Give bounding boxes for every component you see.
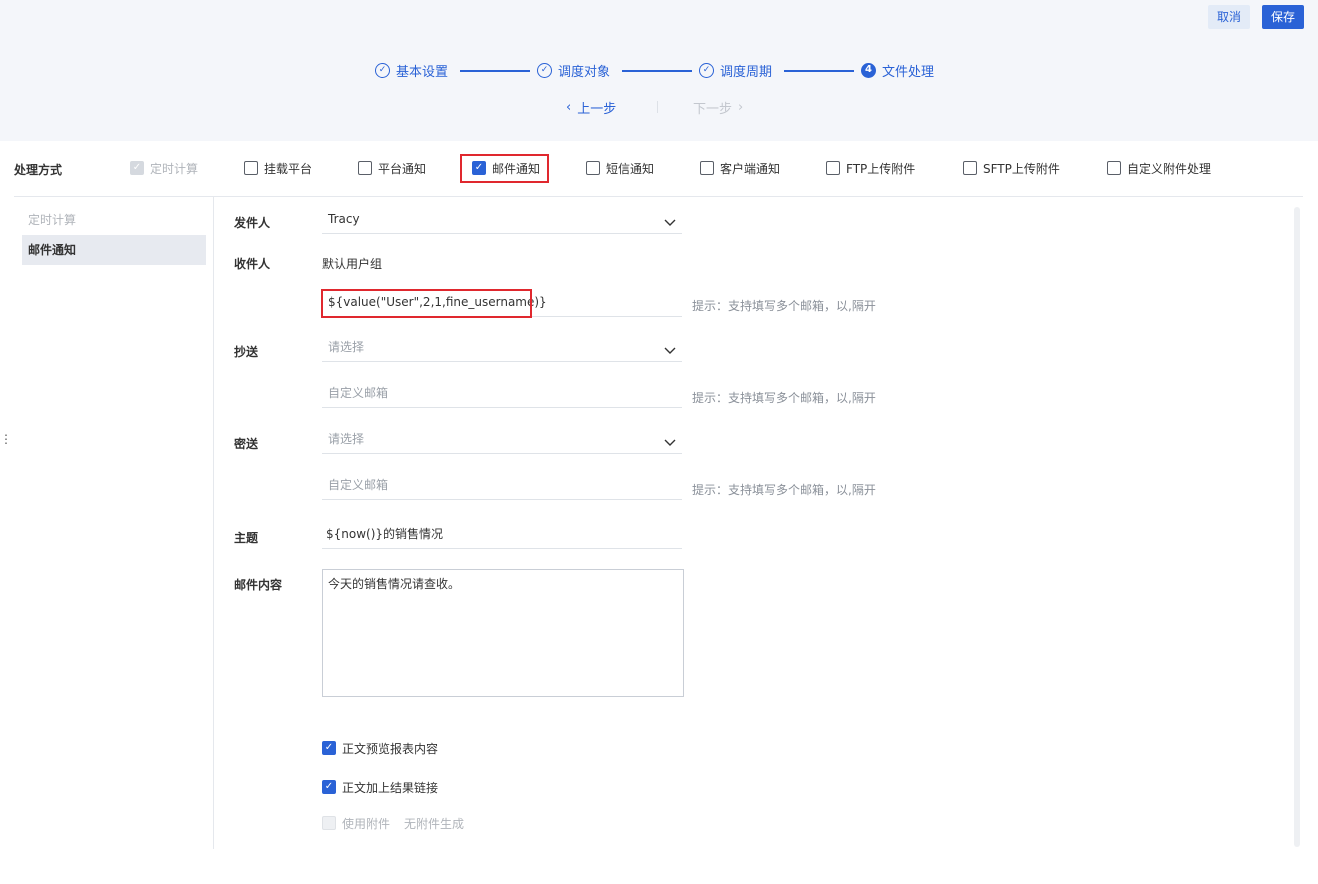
subject-input[interactable]: ${now()}的销售情况 bbox=[322, 523, 682, 549]
check-circle-icon: ✓ bbox=[699, 62, 714, 78]
step-connector bbox=[460, 70, 530, 72]
checkbox-icon[interactable] bbox=[700, 161, 714, 175]
preview-report-checkbox[interactable]: ✓ 正文预览报表内容 bbox=[322, 740, 438, 756]
bcc-custom-email-placeholder: 自定义邮箱 bbox=[328, 478, 389, 492]
sidebar-item-email-notify[interactable]: 邮件通知 bbox=[22, 235, 206, 265]
option-sms-notify[interactable]: 短信通知 bbox=[586, 160, 654, 176]
hint-text: 提示：支持填写多个邮箱，以,隔开 bbox=[692, 299, 876, 313]
option-label: 挂载平台 bbox=[264, 161, 313, 176]
option-sftp-upload[interactable]: SFTP上传附件 bbox=[963, 160, 1060, 176]
processing-options: 处理方式 ✓ 定时计算 挂载平台 平台通知 ✓ 邮件通知 短信通知 客户端通知 … bbox=[0, 141, 1318, 197]
option-custom-attachment[interactable]: 自定义附件处理 bbox=[1107, 160, 1211, 176]
next-step-button: 下一步 › bbox=[693, 98, 744, 117]
content-textarea[interactable]: 今天的销售情况请查收。 bbox=[322, 569, 684, 697]
nav-divider bbox=[657, 101, 658, 113]
option-client-notify[interactable]: 客户端通知 bbox=[700, 160, 780, 176]
option-label: 短信通知 bbox=[606, 161, 655, 176]
sidebar: 定时计算 邮件通知 bbox=[0, 197, 214, 849]
processing-method-label: 处理方式 bbox=[14, 163, 63, 177]
hint-text: 提示：支持填写多个邮箱，以,隔开 bbox=[692, 391, 876, 405]
checkbox-icon[interactable] bbox=[1107, 161, 1121, 175]
bcc-label: 密送 bbox=[234, 437, 259, 451]
chevron-left-icon: ‹ bbox=[566, 99, 572, 115]
content-label: 邮件内容 bbox=[234, 578, 283, 592]
option-ftp-upload[interactable]: FTP上传附件 bbox=[826, 160, 915, 176]
checkbox-icon[interactable] bbox=[826, 161, 840, 175]
step-label: 基本设置 bbox=[396, 64, 449, 80]
step-label: 调度周期 bbox=[720, 64, 773, 80]
cancel-button[interactable]: 取消 bbox=[1208, 5, 1251, 29]
checkbox-icon bbox=[322, 816, 336, 830]
recipient-group: 默认用户组 bbox=[322, 257, 383, 271]
checkbox-icon[interactable] bbox=[358, 161, 372, 175]
preview-report-label: 正文预览报表内容 bbox=[342, 741, 439, 756]
option-mount-platform[interactable]: 挂载平台 bbox=[244, 160, 312, 176]
highlight-box bbox=[321, 289, 532, 318]
step-connector bbox=[784, 70, 854, 72]
cc-custom-email-input[interactable]: 自定义邮箱 bbox=[322, 382, 682, 408]
step-label: 调度对象 bbox=[558, 64, 611, 80]
chevron-down-icon bbox=[664, 439, 676, 446]
cc-custom-email-placeholder: 自定义邮箱 bbox=[328, 386, 389, 400]
checkbox-checked-icon[interactable]: ✓ bbox=[322, 780, 336, 794]
drag-handle-icon[interactable]: ⋮ bbox=[0, 432, 12, 446]
step-connector bbox=[622, 70, 692, 72]
option-label: 定时计算 bbox=[150, 161, 199, 176]
save-button[interactable]: 保存 bbox=[1262, 5, 1305, 29]
checkbox-checked-icon[interactable]: ✓ bbox=[322, 741, 336, 755]
chevron-down-icon bbox=[664, 219, 676, 226]
bcc-placeholder: 请选择 bbox=[328, 432, 365, 446]
checkbox-icon[interactable] bbox=[244, 161, 258, 175]
chevron-down-icon bbox=[664, 347, 676, 354]
hint-text: 提示：支持填写多个邮箱，以,隔开 bbox=[692, 483, 876, 497]
cc-select[interactable]: 请选择 bbox=[322, 336, 682, 362]
prev-step-button[interactable]: ‹ 上一步 bbox=[566, 98, 617, 117]
result-link-label: 正文加上结果链接 bbox=[342, 780, 439, 795]
step-basic-settings[interactable]: ✓ 基本设置 bbox=[375, 60, 448, 80]
attachment-note: 无附件生成 bbox=[404, 816, 465, 831]
checkbox-checked-icon: ✓ bbox=[130, 161, 144, 175]
option-scheduled-calc: ✓ 定时计算 bbox=[130, 160, 198, 176]
use-attachment-label: 使用附件 bbox=[342, 816, 391, 831]
checkbox-icon[interactable] bbox=[586, 161, 600, 175]
top-bar: 取消 保存 ✓ 基本设置 ✓ 调度对象 ✓ 调度周期 4 文件处理 ‹ 上一步 … bbox=[0, 0, 1318, 141]
sidebar-item-scheduled-calc: 定时计算 bbox=[28, 213, 77, 227]
step-schedule-object[interactable]: ✓ 调度对象 bbox=[537, 60, 610, 80]
checkbox-icon[interactable] bbox=[963, 161, 977, 175]
bcc-custom-email-input[interactable]: 自定义邮箱 bbox=[322, 474, 682, 500]
sender-label: 发件人 bbox=[234, 216, 271, 230]
option-label: FTP上传附件 bbox=[846, 161, 916, 176]
check-circle-icon: ✓ bbox=[375, 62, 390, 78]
step-label: 文件处理 bbox=[882, 64, 935, 80]
option-label: SFTP上传附件 bbox=[983, 161, 1060, 176]
cc-label: 抄送 bbox=[234, 345, 259, 359]
scrollbar[interactable] bbox=[1294, 207, 1300, 847]
sender-select[interactable]: Tracy bbox=[322, 208, 682, 234]
step-number-badge: 4 bbox=[861, 62, 876, 78]
result-link-checkbox[interactable]: ✓ 正文加上结果链接 bbox=[322, 779, 438, 795]
sender-value: Tracy bbox=[328, 212, 360, 226]
subject-label: 主题 bbox=[234, 531, 259, 545]
chevron-right-icon: › bbox=[738, 99, 744, 115]
use-attachment-checkbox: 使用附件 无附件生成 bbox=[322, 815, 464, 831]
subject-value: ${now()}的销售情况 bbox=[326, 527, 444, 541]
check-circle-icon: ✓ bbox=[537, 62, 552, 78]
step-progress: ✓ 基本设置 ✓ 调度对象 ✓ 调度周期 4 文件处理 bbox=[0, 60, 1318, 80]
cc-placeholder: 请选择 bbox=[328, 340, 365, 354]
bcc-select[interactable]: 请选择 bbox=[322, 428, 682, 454]
highlight-box bbox=[460, 154, 549, 183]
step-file-processing[interactable]: 4 文件处理 bbox=[861, 60, 934, 80]
next-step-label: 下一步 bbox=[693, 101, 733, 117]
option-label: 平台通知 bbox=[378, 161, 427, 176]
option-platform-notify[interactable]: 平台通知 bbox=[358, 160, 426, 176]
option-label: 客户端通知 bbox=[720, 161, 781, 176]
prev-step-label: 上一步 bbox=[577, 101, 617, 117]
step-schedule-period[interactable]: ✓ 调度周期 bbox=[699, 60, 772, 80]
option-label: 自定义附件处理 bbox=[1127, 161, 1212, 176]
recipient-label: 收件人 bbox=[234, 257, 271, 271]
